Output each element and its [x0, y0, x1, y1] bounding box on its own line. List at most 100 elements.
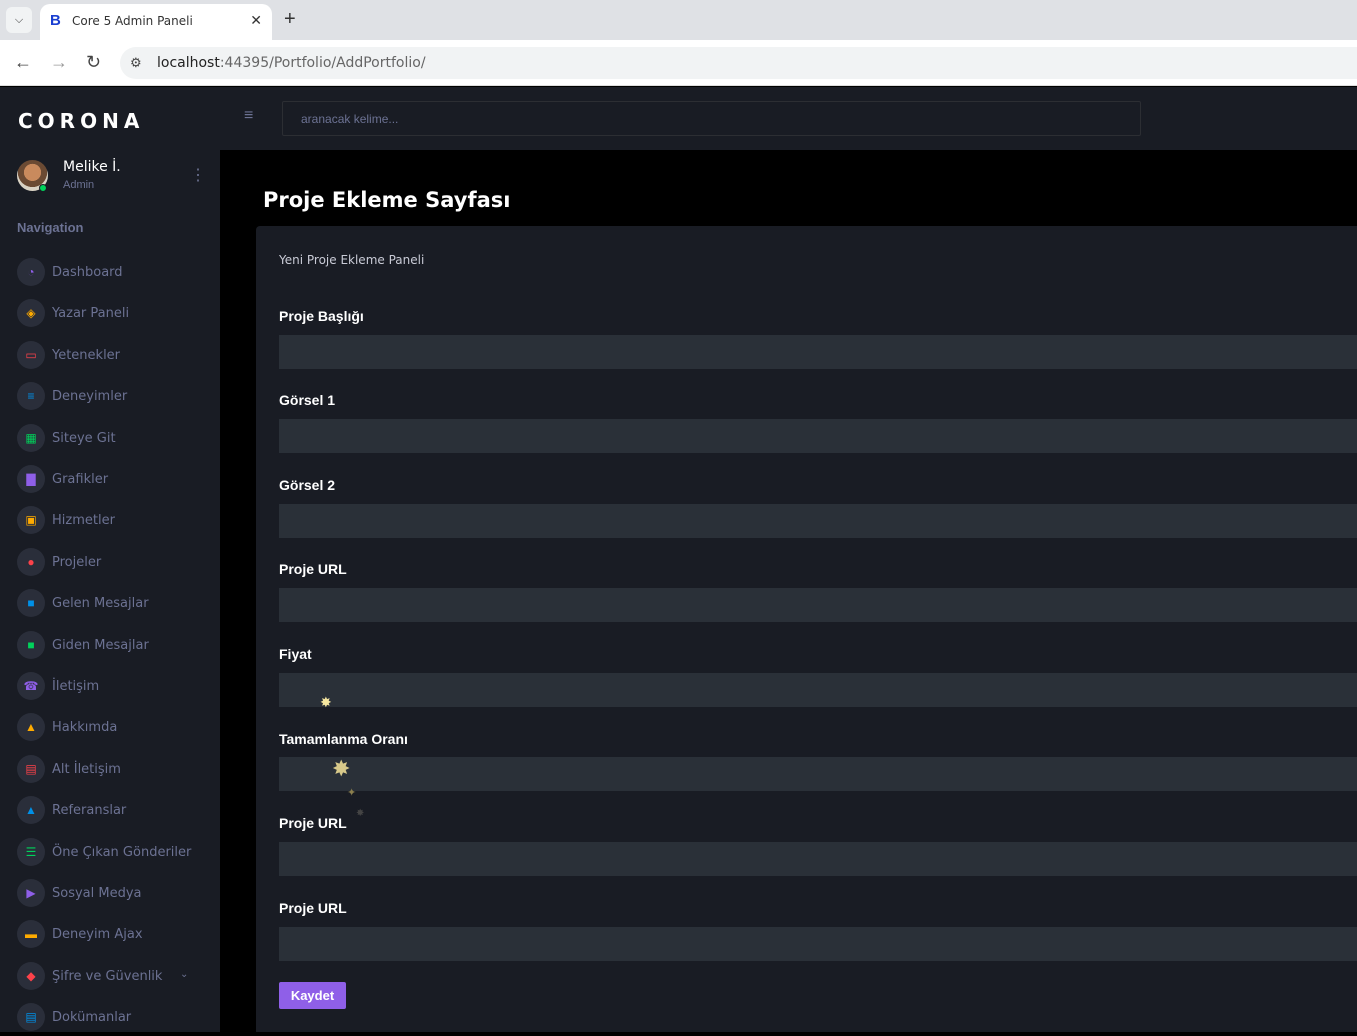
field-label-proje-url: Proje URL [279, 561, 347, 577]
url-text: localhost:44395/Portfolio/AddPortfolio/ [157, 55, 426, 71]
sidebar-item[interactable]: ☰ Öne Çıkan Gönderiler [0, 835, 220, 871]
document-icon: ▤ [17, 1003, 45, 1031]
sidebar-item[interactable]: ▲ Referanslar [0, 793, 220, 829]
form-card: Yeni Proje Ekleme Paneli Proje Başlığı G… [256, 226, 1357, 1032]
github-icon: ● [17, 548, 45, 576]
gorsel-1-input[interactable] [279, 419, 1357, 453]
sidebar: CORONA Melike İ. Admin ⋮ Navigation ◔ Das… [0, 87, 220, 1032]
sidebar-item-label: Siteye Git [52, 431, 116, 446]
proje-url-input-3[interactable] [279, 927, 1357, 961]
url-field[interactable]: ⚙ localhost:44395/Portfolio/AddPortfolio… [120, 47, 1357, 79]
profile-name: Melike İ. [63, 159, 121, 175]
sidebar-item[interactable]: ▶ Sosyal Medya [0, 876, 220, 912]
sidebar-item[interactable]: ≡ Deneyimler [0, 379, 220, 415]
sidebar-item-label: Yazar Paneli [52, 306, 130, 321]
sidebar-item[interactable]: ▣ Hizmetler [0, 503, 220, 539]
fiyat-input[interactable] [279, 673, 1357, 707]
sidebar-item-label: Gelen Mesajlar [52, 596, 149, 611]
field-label-proje-url-3: Proje URL [279, 900, 347, 916]
top-navbar: ≡ [220, 87, 1357, 150]
sparkle-icon: ✦ [347, 787, 357, 799]
site-settings-icon[interactable]: ⚙ [130, 55, 142, 71]
new-tab-icon[interactable]: + [284, 8, 296, 30]
field-label-proje-url-2: Proje URL [279, 815, 347, 831]
back-icon[interactable]: ← [14, 52, 32, 72]
message-icon: ■ [17, 631, 45, 659]
sidebar-item[interactable]: ■ Gelen Mesajlar [0, 586, 220, 622]
field-label-gorsel-2: Görsel 2 [279, 477, 336, 493]
sidebar-item-label: Hizmetler [52, 513, 115, 528]
page-title: Proje Ekleme Sayfası [263, 188, 511, 212]
car-icon: ▬ [17, 920, 45, 948]
tab-search-chevron-icon[interactable]: ⌵ [6, 7, 32, 33]
youtube-icon: ▶ [17, 879, 45, 907]
sidebar-item[interactable]: ▬ Deneyim Ajax [0, 917, 220, 953]
sidebar-item[interactable]: ● Projeler [0, 545, 220, 581]
sidebar-item[interactable]: ▤ Alt İletişim [0, 752, 220, 788]
speedometer-icon: ◔ [17, 258, 45, 286]
sidebar-item[interactable]: ▇ Grafikler [0, 462, 220, 498]
sidebar-item-label: Dashboard [52, 265, 123, 280]
sidebar-item-label: Giden Mesajlar [52, 638, 149, 653]
search-input[interactable] [282, 101, 1141, 136]
favicon-icon: B [50, 12, 61, 29]
browser-tab-bar: ⌵ B Core 5 Admin Paneli ✕ + [0, 0, 1357, 40]
nav-heading: Navigation [17, 220, 84, 235]
chat-icon: ■ [17, 589, 45, 617]
sidebar-item[interactable]: ▦ Siteye Git [0, 421, 220, 457]
sparkle-icon: ✸ [356, 808, 365, 819]
shield-icon: ◆ [17, 962, 45, 990]
sidebar-item-label: İletişim [52, 679, 100, 694]
gorsel-2-input[interactable] [279, 504, 1357, 538]
close-tab-icon[interactable]: ✕ [250, 12, 262, 29]
sidebar-item[interactable]: ▭ Yetenekler [0, 338, 220, 374]
main-content: Proje Ekleme Sayfası Yeni Proje Ekleme P… [220, 150, 1357, 1032]
sidebar-item[interactable]: ◈ Yazar Paneli [0, 296, 220, 332]
browser-tab[interactable]: B Core 5 Admin Paneli ✕ [40, 4, 272, 40]
table-icon: ▦ [17, 424, 45, 452]
calendar-icon: ▤ [17, 755, 45, 783]
sidebar-item-label: Deneyim Ajax [52, 927, 143, 942]
chevron-down-icon[interactable]: ⌄ [180, 969, 188, 980]
brand-logo[interactable]: CORONA [18, 109, 144, 133]
cube-icon: ◈ [17, 299, 45, 327]
sidebar-item-label: Yetenekler [52, 348, 121, 363]
sidebar-item[interactable]: ▤ Dokümanlar [0, 1000, 220, 1036]
proje-url-input[interactable] [279, 588, 1357, 622]
address-bar: ← → ↻ ⚙ localhost:44395/Portfolio/AddPor… [0, 40, 1357, 86]
sidebar-item-label: Alt İletişim [52, 762, 121, 777]
sidebar-item-label: Referanslar [52, 803, 127, 818]
contact-card-icon: ▣ [17, 506, 45, 534]
phone-icon: ☎ [17, 672, 45, 700]
chart-icon: ▇ [17, 465, 45, 493]
field-label-proje-basligi: Proje Başlığı [279, 308, 364, 324]
forward-icon[interactable]: → [50, 52, 68, 72]
field-label-tamamlanma-orani: Tamamlanma Oranı [279, 731, 408, 747]
profile-role: Admin [63, 179, 95, 191]
proje-url-input-2[interactable] [279, 842, 1357, 876]
sidebar-item[interactable]: ☎ İletişim [0, 669, 220, 705]
url-path: :44395/Portfolio/AddPortfolio/ [219, 55, 426, 71]
sidebar-item-label: Grafikler [52, 472, 109, 487]
sidebar-item-label: Deneyimler [52, 389, 128, 404]
sidebar-item-label: Sosyal Medya [52, 886, 142, 901]
save-button[interactable]: Kaydet [279, 982, 346, 1009]
tamamlanma-orani-input[interactable] [279, 757, 1357, 791]
sidebar-item-label: Projeler [52, 555, 102, 570]
sidebar-item-label: Hakkımda [52, 720, 118, 735]
sidebar-item[interactable]: ■ Giden Mesajlar [0, 628, 220, 664]
card-description: Yeni Proje Ekleme Paneli [279, 253, 425, 267]
menu-toggle-icon[interactable]: ≡ [244, 107, 253, 125]
online-status-icon [39, 184, 47, 192]
sparkle-icon: ✸ [320, 694, 332, 710]
sidebar-item-label: Dokümanlar [52, 1010, 132, 1025]
sidebar-item[interactable]: ▲ Hakkımda [0, 710, 220, 746]
sidebar-item[interactable]: ◆ Şifre ve Güvenlik ⌄ [0, 959, 220, 995]
person-icon: ▲ [17, 713, 45, 741]
field-label-gorsel-1: Görsel 1 [279, 392, 336, 408]
reload-icon[interactable]: ↻ [86, 52, 101, 72]
field-label-fiyat: Fiyat [279, 646, 312, 662]
sidebar-item[interactable]: ◔ Dashboard [0, 255, 220, 291]
proje-basligi-input[interactable] [279, 335, 1357, 369]
profile-menu-icon[interactable]: ⋮ [190, 165, 206, 185]
